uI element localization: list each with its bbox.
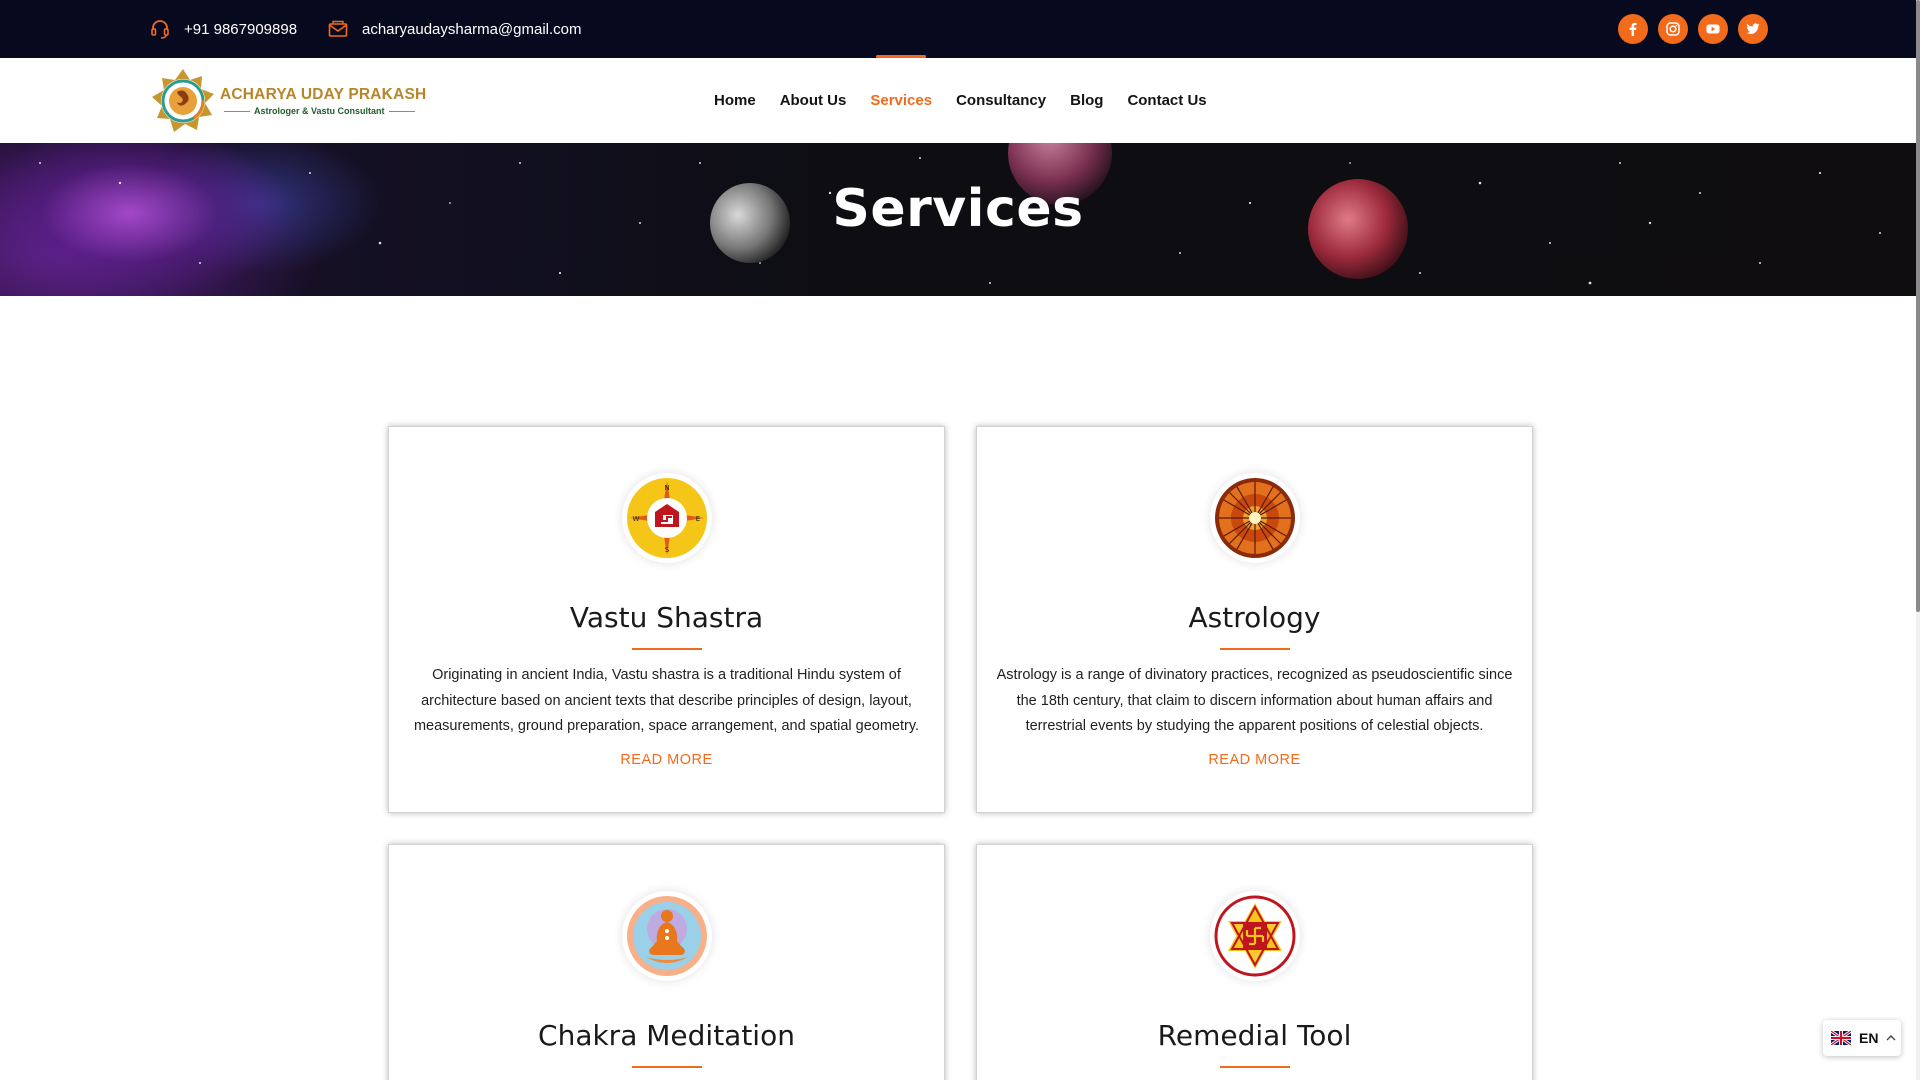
meditation-icon — [621, 891, 712, 981]
youtube-icon[interactable] — [1698, 14, 1728, 44]
svg-text:N: N — [664, 484, 669, 492]
headset-icon — [151, 20, 169, 39]
site-logo[interactable]: ACHARYA UDAY PRAKASH Astrologer & Vastu … — [150, 68, 430, 134]
language-code: EN — [1859, 1030, 1879, 1046]
svg-text:W: W — [632, 515, 639, 523]
chevron-up-icon — [1886, 1035, 1896, 1041]
nav-consultancy[interactable]: Consultancy — [956, 92, 1046, 109]
tagline-divider-right — [388, 110, 415, 112]
svg-text:S: S — [664, 546, 669, 554]
page-scrollbar[interactable] — [1916, 0, 1920, 1080]
title-underline — [1219, 648, 1290, 650]
phone-contact[interactable]: +91 9867909898 — [150, 0, 297, 58]
service-description: Originating in ancient India, Vastu shas… — [413, 667, 920, 734]
title-underline — [631, 1066, 702, 1068]
top-contact-bar: +91 9867909898 acharyaudaysharma@gmail.c… — [0, 0, 1920, 58]
tagline-divider-left — [224, 110, 250, 112]
read-more-link[interactable]: READ MORE — [620, 752, 712, 768]
scrollbar-thumb[interactable] — [1916, 0, 1920, 612]
service-card-chakra-meditation: Chakra Meditation — [388, 844, 945, 1080]
email-contact[interactable]: acharyaudaysharma@gmail.com — [328, 0, 582, 58]
facebook-icon[interactable] — [1618, 14, 1648, 44]
title-underline — [631, 648, 702, 650]
page-title: Services — [832, 179, 1084, 239]
nav-about-us[interactable]: About Us — [780, 92, 847, 109]
mail-icon — [328, 20, 348, 37]
nav-contact-us[interactable]: Contact Us — [1127, 92, 1206, 109]
service-card-remedial-tool: Remedial Tool — [976, 844, 1533, 1080]
title-underline — [1219, 1066, 1290, 1068]
main-nav: Home About Us Services Consultancy Blog … — [714, 55, 1207, 143]
nav-blog[interactable]: Blog — [1070, 92, 1103, 109]
email-address[interactable]: acharyaudaysharma@gmail.com — [362, 21, 582, 38]
twitter-icon[interactable] — [1738, 14, 1768, 44]
svg-text:E: E — [695, 515, 699, 523]
brand-tagline-row: Astrologer & Vastu Consultant — [220, 106, 426, 116]
brand-text: ACHARYA UDAY PRAKASH Astrologer & Vastu … — [220, 86, 426, 116]
logo-emblem-icon — [152, 69, 214, 132]
instagram-icon[interactable] — [1658, 14, 1688, 44]
brand-tagline: Astrologer & Vastu Consultant — [254, 106, 385, 116]
uk-flag-icon — [1831, 1031, 1851, 1045]
service-card-vastu-shastra: N S W E Vastu Shastra Originating in anc… — [388, 426, 945, 813]
hexagram-swastika-icon — [1209, 891, 1300, 981]
page-hero-banner: Services — [0, 143, 1916, 296]
brand-name: ACHARYA UDAY PRAKASH — [220, 86, 427, 103]
service-title: Vastu Shastra — [569, 601, 764, 634]
read-more-link[interactable]: READ MORE — [1208, 752, 1300, 768]
vastu-compass-icon: N S W E — [621, 473, 712, 563]
service-card-astrology: Astrology Astrology is a range of divina… — [976, 426, 1533, 813]
zodiac-wheel-icon — [1209, 473, 1300, 563]
service-title: Remedial Tool — [1157, 1019, 1352, 1052]
service-title: Astrology — [1188, 601, 1321, 634]
service-description: Astrology is a range of divinatory pract… — [996, 667, 1513, 734]
nav-services[interactable]: Services — [870, 55, 932, 109]
social-links — [1618, 14, 1768, 44]
language-selector[interactable]: EN — [1823, 1020, 1901, 1056]
service-title: Chakra Meditation — [538, 1019, 795, 1052]
phone-number[interactable]: +91 9867909898 — [184, 21, 297, 38]
nav-home[interactable]: Home — [714, 92, 756, 109]
main-header: ACHARYA UDAY PRAKASH Astrologer & Vastu … — [0, 55, 1916, 143]
